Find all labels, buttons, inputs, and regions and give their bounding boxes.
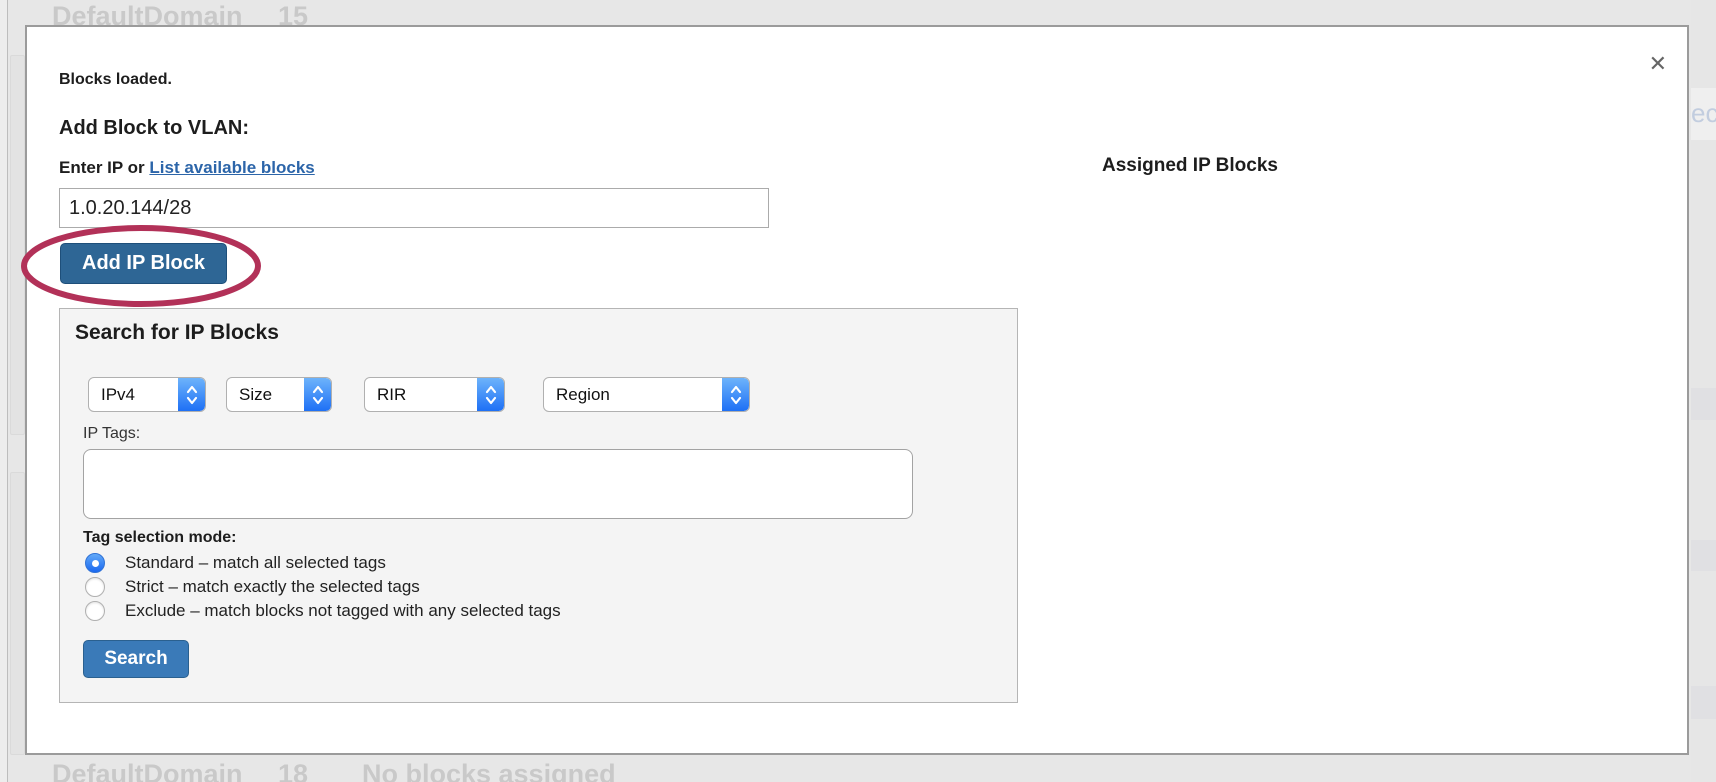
background-row-status-bottom: No blocks assigned (362, 759, 616, 782)
filter-select-value: Region (544, 385, 610, 405)
background-card-edge (10, 55, 25, 435)
page-background: DefaultDomain 15 DefaultDomain 18 No blo… (0, 0, 1716, 782)
modal-title: Add Block to VLAN: (59, 117, 249, 140)
background-row-domain-bottom: DefaultDomain (52, 759, 243, 782)
chevron-updown-icon (178, 378, 205, 411)
radio-standard[interactable] (85, 553, 105, 573)
add-ip-block-button[interactable]: Add IP Block (60, 243, 227, 284)
tag-mode-option-exclude: Exclude – match blocks not tagged with a… (85, 599, 561, 623)
search-button[interactable]: Search (83, 640, 189, 678)
ip-address-input[interactable] (59, 188, 769, 228)
background-right-band (1691, 540, 1716, 571)
search-panel: Search for IP Blocks IPv4 Size RIR (59, 308, 1018, 703)
filter-select-ip-version[interactable]: IPv4 (88, 377, 206, 412)
list-available-blocks-link[interactable]: List available blocks (149, 158, 314, 177)
filter-select-value: RIR (365, 385, 406, 405)
tag-mode-option-standard: Standard – match all selected tags (85, 551, 386, 575)
enter-ip-label: Enter IP or (59, 158, 145, 177)
ip-tags-label: IP Tags: (83, 425, 140, 443)
background-right-band (1691, 388, 1716, 420)
filter-select-rir[interactable]: RIR (364, 377, 505, 412)
background-right-band: ect (1691, 88, 1716, 140)
tag-mode-option-strict: Strict – match exactly the selected tags (85, 575, 420, 599)
radio-strict[interactable] (85, 577, 105, 597)
chevron-updown-icon (304, 378, 331, 411)
radio-label: Exclude – match blocks not tagged with a… (125, 601, 561, 621)
radio-label: Strict – match exactly the selected tags (125, 577, 420, 597)
ip-tags-input[interactable] (83, 449, 913, 519)
background-clipped-text: ect (1691, 98, 1716, 129)
filter-select-value: Size (227, 385, 272, 405)
assigned-ip-blocks-heading: Assigned IP Blocks (1102, 155, 1278, 177)
background-left-rail (0, 0, 8, 782)
close-icon[interactable]: ✕ (1649, 53, 1667, 75)
filter-select-value: IPv4 (89, 385, 135, 405)
chevron-updown-icon (722, 378, 749, 411)
chevron-updown-icon (477, 378, 504, 411)
background-card-edge (10, 472, 25, 755)
radio-label: Standard – match all selected tags (125, 553, 386, 573)
status-message: Blocks loaded. (59, 71, 172, 89)
radio-exclude[interactable] (85, 601, 105, 621)
add-block-modal: ✕ Blocks loaded. Add Block to VLAN: Ente… (25, 25, 1689, 755)
background-right-edge: ect (1691, 0, 1716, 782)
search-panel-title: Search for IP Blocks (75, 321, 279, 345)
enter-ip-row: Enter IP or List available blocks (59, 158, 315, 178)
background-right-band (1691, 686, 1716, 719)
tag-selection-mode-label: Tag selection mode: (83, 529, 237, 547)
filter-select-size[interactable]: Size (226, 377, 332, 412)
filter-select-region[interactable]: Region (543, 377, 750, 412)
background-row-vlan-bottom: 18 (278, 759, 308, 782)
